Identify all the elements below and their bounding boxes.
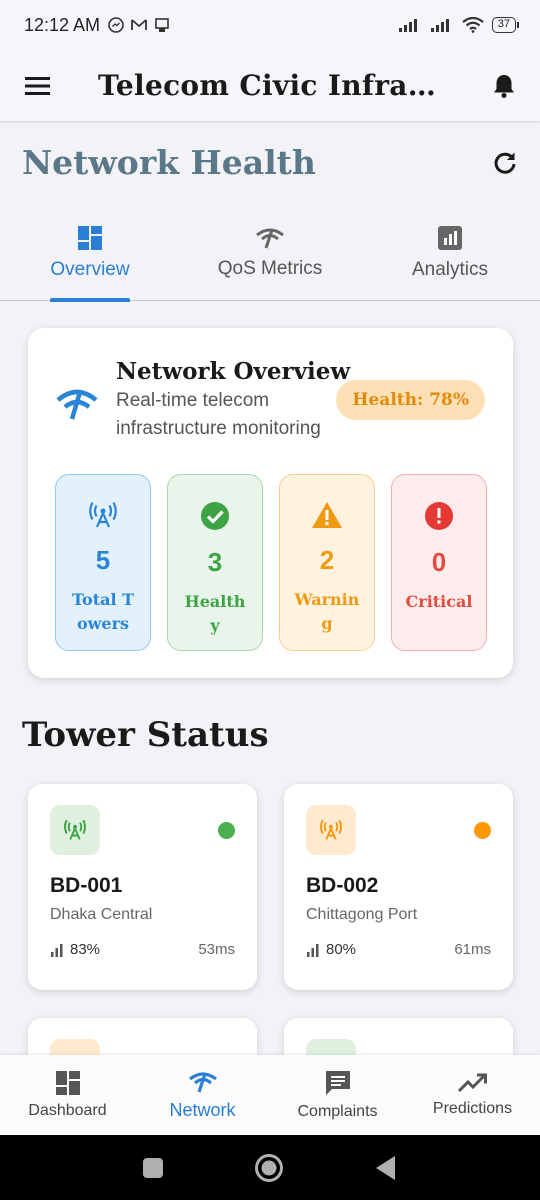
tower-id: BD-002 [306, 874, 379, 897]
menu-icon[interactable] [24, 76, 52, 96]
tower-icon [64, 819, 86, 840]
stat-label: Warning [294, 590, 360, 633]
network-icon [56, 389, 98, 420]
tower-latency: 61ms [454, 941, 491, 958]
tab-label: Overview [50, 258, 130, 280]
stat-warning: 2 Warning [279, 474, 375, 651]
signal-icon-2 [430, 19, 449, 32]
tower-location: Chittagong Port [306, 906, 418, 923]
stat-total-towers: 5 Total Towers [55, 474, 151, 651]
tower-icon-tile [50, 805, 100, 855]
stat-value: 5 [95, 545, 111, 575]
signal-bars-icon [307, 943, 319, 957]
health-badge: Health: 78% [336, 380, 485, 420]
check-circle-icon [201, 502, 229, 530]
tower-card[interactable]: BD-001 Dhaka Central 83% 53ms [28, 784, 257, 990]
nav-label: Predictions [432, 1100, 513, 1117]
warning-icon [312, 502, 342, 528]
nav-complaints[interactable]: Complaints [270, 1055, 405, 1135]
recents-icon[interactable] [142, 1157, 164, 1179]
tab-analytics[interactable]: Analytics [360, 205, 540, 300]
wifi-icon [462, 17, 484, 33]
signal-value: 80% [326, 941, 357, 958]
page-header: Network Health [0, 125, 540, 200]
dashboard-icon [78, 225, 102, 250]
status-bar: 12:12 AM 37 [0, 0, 540, 50]
tab-bar: Overview QoS Metrics Analytics [0, 205, 540, 302]
tower-status-title: Tower Status [22, 715, 269, 755]
network-check-icon [256, 228, 284, 248]
home-icon[interactable] [254, 1153, 284, 1183]
nav-predictions[interactable]: Predictions [405, 1055, 540, 1135]
nav-label: Network [169, 1099, 236, 1120]
tab-qos-metrics[interactable]: QoS Metrics [180, 205, 360, 300]
stat-value: 2 [319, 545, 335, 575]
tower-location: Dhaka Central [50, 906, 153, 923]
bell-icon[interactable] [492, 73, 516, 99]
overview-subtitle: Real-time telecom infrastructure monitor… [116, 390, 321, 439]
tab-label: Analytics [411, 258, 489, 280]
stat-label: Critical [405, 592, 473, 611]
mail-icon [131, 19, 147, 30]
battery-indicator: 37 [491, 17, 520, 33]
app-notification-icon [155, 18, 169, 32]
analytics-icon [438, 225, 462, 250]
stat-label: Healthy [184, 592, 246, 635]
nav-label: Complaints [297, 1103, 378, 1120]
page-title: Network Health [22, 143, 316, 182]
stats-row: 5 Total Towers 3 Healthy 2 Warning 0 Cri… [55, 474, 487, 651]
app-bar: Telecom Civic Infrastr... [0, 50, 540, 122]
network-icon [188, 1071, 217, 1093]
bottom-navigation: Dashboard Network Complaints Predictions [0, 1055, 540, 1135]
network-overview-card: Network Overview Real-time telecom infra… [28, 328, 513, 678]
status-time: 12:12 AM [24, 14, 101, 35]
signal-icon [398, 19, 417, 32]
nav-label: Dashboard [28, 1102, 107, 1119]
feedback-icon [325, 1071, 350, 1095]
tower-card[interactable]: BD-002 Chittagong Port 80% 61ms [284, 784, 513, 990]
stat-value: 3 [207, 547, 223, 577]
tower-signal: 80% [306, 941, 356, 958]
stat-healthy: 3 Healthy [167, 474, 263, 651]
tower-latency: 53ms [198, 941, 235, 958]
tab-label: QoS Metrics [217, 257, 323, 279]
nav-network[interactable]: Network [135, 1055, 270, 1135]
tower-signal: 83% [50, 941, 100, 958]
overview-title: Network Overview [116, 358, 351, 385]
signal-bars-icon [51, 943, 63, 957]
tower-icon [320, 819, 342, 840]
stat-label: Total Towers [71, 590, 135, 633]
nav-dashboard[interactable]: Dashboard [0, 1055, 135, 1135]
tower-icon [89, 501, 117, 528]
error-icon [425, 502, 453, 530]
tower-icon-tile [306, 805, 356, 855]
tab-overview[interactable]: Overview [0, 205, 180, 302]
status-dot [218, 822, 235, 839]
system-navigation-bar [0, 1135, 540, 1200]
trending-up-icon [457, 1073, 487, 1093]
back-icon[interactable] [374, 1155, 398, 1181]
status-dot [474, 822, 491, 839]
notification-icons [108, 17, 170, 33]
dashboard-icon [55, 1071, 80, 1095]
tower-id: BD-001 [50, 874, 123, 897]
messenger-icon [108, 17, 124, 33]
signal-value: 83% [70, 941, 101, 958]
stat-critical: 0 Critical [391, 474, 487, 651]
app-title: Telecom Civic Infrastr... [98, 69, 438, 102]
stat-value: 0 [431, 547, 447, 577]
refresh-icon[interactable] [492, 150, 518, 176]
